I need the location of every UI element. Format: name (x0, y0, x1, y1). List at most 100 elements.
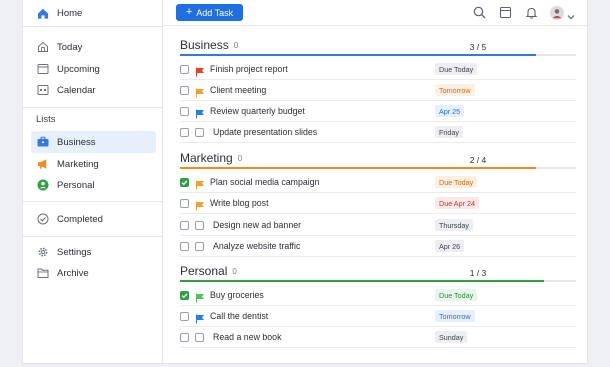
due-badge: Due Apr 24 (435, 197, 479, 209)
sidebar-item-upcoming[interactable]: Upcoming (31, 58, 156, 80)
section-progress-text: 1 / 3 (469, 268, 487, 278)
subtask-checkbox[interactable] (195, 127, 204, 137)
task-row[interactable]: Client meeting Tomorrow (180, 80, 576, 101)
task-checkbox[interactable] (180, 220, 189, 230)
sidebar-item-personal[interactable]: Personal (31, 174, 156, 196)
task-row[interactable]: Review quarterly budget Apr 25 (180, 101, 576, 122)
flag-icon (195, 85, 205, 98)
sidebar-item-completed[interactable]: Completed (31, 208, 156, 230)
gear-icon (37, 246, 49, 258)
sidebar-item-settings[interactable]: Settings (31, 241, 156, 263)
section-progress-bar (180, 54, 576, 56)
due-badge: Tomorrow (435, 310, 475, 322)
task-checkbox[interactable] (180, 177, 189, 187)
flag-icon (195, 290, 205, 303)
task-title: Call the dentist (210, 311, 269, 321)
add-task-label: Add Task (196, 7, 234, 18)
task-row[interactable]: Call the dentist Tomorrow (180, 306, 576, 327)
task-title: Read a new book (213, 332, 282, 342)
task-title: Review quarterly budget (210, 106, 305, 116)
board-icon[interactable] (499, 6, 512, 19)
calendar-icon (37, 84, 49, 96)
due-badge: Apr 25 (435, 105, 465, 117)
flag-icon (195, 198, 205, 211)
chevron-down-icon[interactable] (567, 8, 575, 20)
section-count: 0 (233, 40, 239, 50)
section-title-label: Business (180, 38, 229, 52)
search-icon[interactable] (473, 6, 486, 19)
subtask-checkbox[interactable] (195, 241, 204, 251)
avatar[interactable] (550, 6, 564, 20)
sidebar-item-business[interactable]: Business (31, 131, 156, 153)
sidebar-item-calendar[interactable]: Calendar (31, 79, 156, 101)
check-circle-icon (37, 213, 49, 225)
sidebar-item-archive[interactable]: Archive (31, 262, 156, 284)
section-title-business[interactable]: Business 0 (180, 38, 238, 52)
subtask-checkbox[interactable] (195, 220, 204, 230)
sidebar-item-home[interactable]: Home (31, 2, 156, 24)
sidebar-item-label: Calendar (57, 84, 96, 96)
due-badge: Due Today (435, 289, 478, 301)
task-row[interactable]: Design new ad banner Thursday (180, 215, 576, 236)
due-badge: Sunday (435, 331, 468, 343)
task-row[interactable]: Read a new book Sunday (180, 327, 576, 348)
lists-heading: Lists (36, 114, 56, 125)
divider (23, 236, 163, 237)
person-icon (37, 179, 49, 191)
sidebar-item-label: Settings (57, 246, 92, 258)
section-title-label: Personal (180, 264, 228, 278)
sidebar-item-marketing[interactable]: Marketing (31, 153, 156, 175)
task-checkbox[interactable] (180, 198, 189, 208)
due-badge: Tomorrow (435, 84, 475, 96)
bell-icon[interactable] (525, 6, 538, 19)
task-checkbox[interactable] (180, 290, 189, 300)
task-checkbox[interactable] (180, 64, 189, 74)
due-badge: Due Today (435, 63, 478, 75)
task-title: Plan social media campaign (210, 177, 320, 187)
section-progress-bar (180, 167, 576, 169)
task-title: Client meeting (210, 85, 267, 95)
section-title-marketing[interactable]: Marketing 0 (180, 151, 242, 165)
due-badge: Apr 26 (435, 240, 465, 252)
add-task-button[interactable]: + Add Task (176, 4, 243, 21)
section-progress-fill (180, 54, 537, 56)
due-badge: Thursday (435, 219, 473, 231)
task-checkbox[interactable] (180, 127, 189, 137)
task-title: Write blog post (210, 198, 269, 208)
sidebar-item-label: Business (57, 136, 96, 148)
task-checkbox[interactable] (180, 241, 189, 251)
sidebar-item-label: Home (57, 7, 83, 19)
home-icon (37, 7, 49, 19)
sidebar-item-label: Completed (57, 213, 103, 225)
task-title: Update presentation slides (213, 127, 318, 137)
sidebar-item-today[interactable]: Today (31, 36, 156, 58)
task-title: Analyze website traffic (213, 241, 301, 251)
subtask-checkbox[interactable] (195, 332, 204, 342)
section-count: 0 (232, 266, 237, 276)
due-badge: Friday (435, 126, 463, 138)
sidebar-item-label: Personal (57, 179, 95, 191)
task-list-main: Business 0 3 / 5 Finish project report Du… (163, 26, 589, 364)
section-title-personal[interactable]: Personal 0 (180, 264, 237, 278)
task-row[interactable]: Buy groceries Due Today (180, 285, 576, 306)
plus-icon: + (185, 6, 193, 18)
task-row[interactable]: Update presentation slides Friday (180, 122, 576, 143)
task-row[interactable]: Analyze website traffic Apr 26 (180, 236, 576, 257)
task-checkbox[interactable] (180, 311, 189, 321)
divider (23, 107, 163, 108)
section-title-label: Marketing (180, 151, 233, 165)
task-checkbox[interactable] (180, 85, 189, 95)
sidebar-item-label: Archive (57, 267, 89, 279)
megaphone-icon (37, 158, 49, 170)
task-row[interactable]: Finish project report Due Today (180, 59, 576, 80)
task-checkbox[interactable] (180, 106, 189, 116)
task-row[interactable]: Write blog post Due Apr 24 (180, 193, 576, 214)
archive-icon (37, 267, 49, 279)
sidebar-item-label: Upcoming (57, 63, 100, 75)
section-progress-bar (180, 280, 576, 282)
task-row[interactable]: Plan social media campaign Due Today (180, 172, 576, 193)
section-progress-fill (180, 280, 545, 282)
flag-icon (195, 64, 205, 77)
task-title: Finish project report (210, 64, 288, 74)
task-checkbox[interactable] (180, 332, 189, 342)
